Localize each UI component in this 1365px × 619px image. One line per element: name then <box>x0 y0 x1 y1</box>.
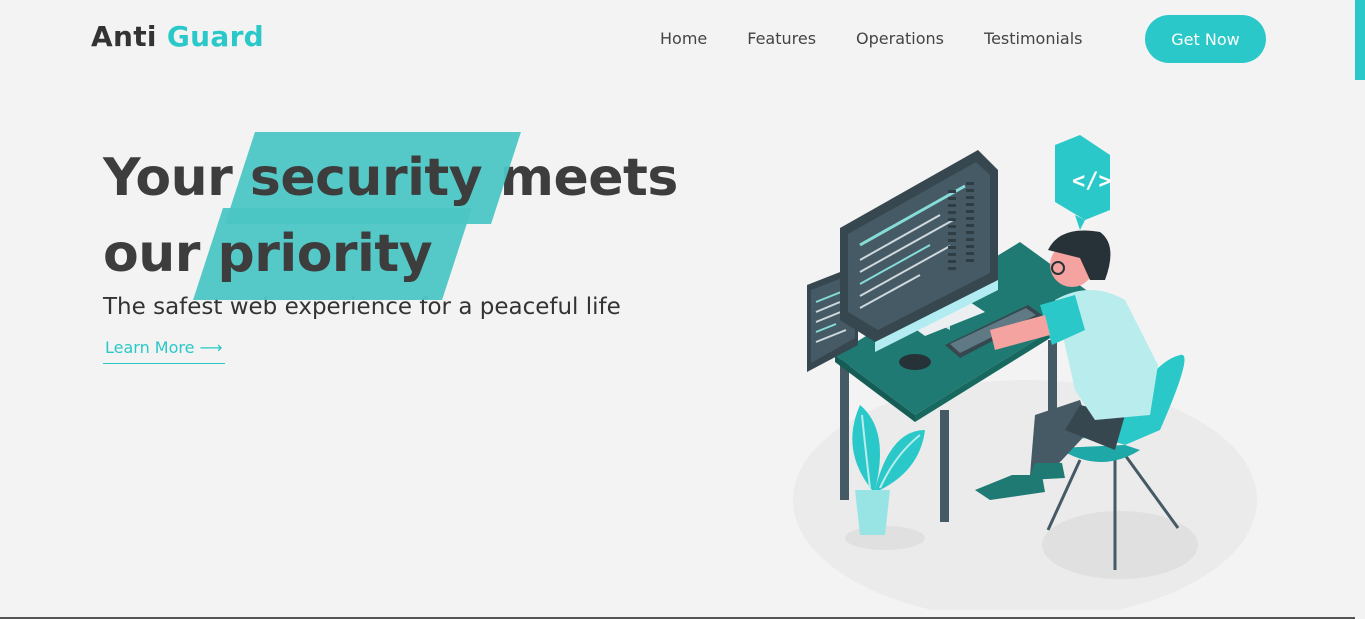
nav-link-operations[interactable]: Operations <box>856 29 944 49</box>
scrollbar-thumb[interactable] <box>1355 0 1365 80</box>
hero-word-our: our <box>103 224 200 284</box>
svg-text:</>: </> <box>1072 169 1112 194</box>
learn-more-link[interactable]: Learn More ⟶ <box>103 338 225 364</box>
code-chat-bubble: </> <box>1055 135 1112 230</box>
hero-line-1: Your security meets <box>103 140 723 216</box>
mouse <box>899 354 931 370</box>
hero-word-meets: meets <box>499 148 679 208</box>
developer-illustration: </> <box>793 135 1257 610</box>
main-nav: Home Features Operations Testimonials <box>660 29 1123 49</box>
hero-line-2: our priority <box>103 216 723 292</box>
nav-link-home[interactable]: Home <box>660 29 707 49</box>
hero-word-your: Your <box>103 148 233 208</box>
logo-text-primary: Anti <box>91 20 157 53</box>
hero-title: Your security meets our priority <box>103 140 723 292</box>
nav-link-testimonials[interactable]: Testimonials <box>984 29 1083 49</box>
hero-highlight-security: security <box>250 140 483 216</box>
get-now-button[interactable]: Get Now <box>1145 15 1266 63</box>
scrollbar-track[interactable] <box>1355 0 1365 619</box>
hero-highlight-priority: priority <box>218 216 433 292</box>
nav-link-features[interactable]: Features <box>747 29 816 49</box>
logo-text-accent: Guard <box>166 20 265 53</box>
logo[interactable]: Anti Guard <box>91 20 264 53</box>
